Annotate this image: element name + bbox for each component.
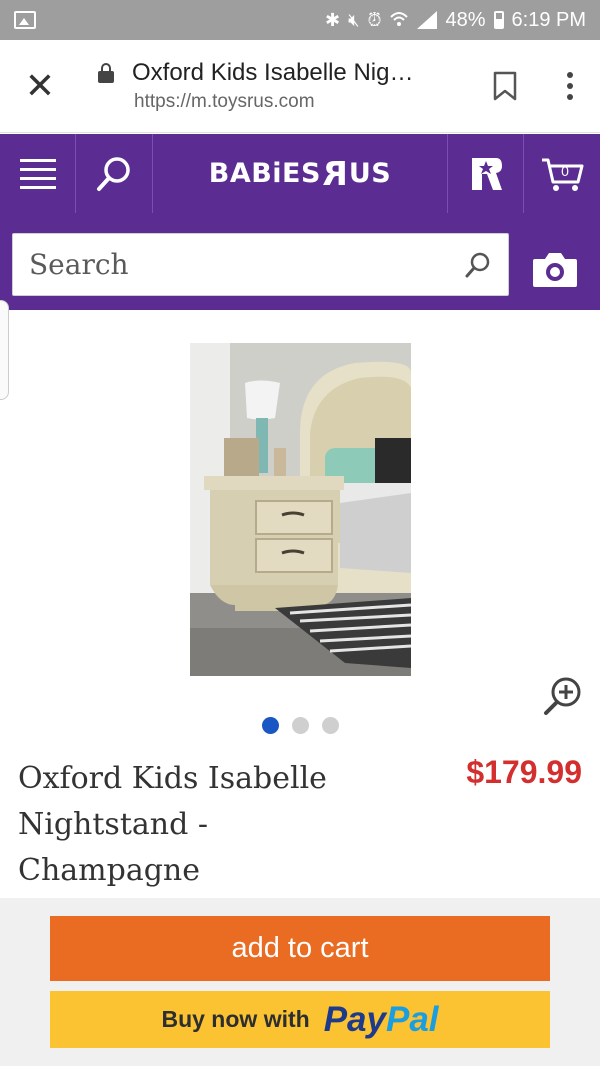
paypal-logo-pay: Pay — [323, 999, 386, 1039]
alarm-icon: ⏰︎ — [367, 9, 382, 30]
status-bar: ✱ 🔇︎ ⏰︎ 48% 6:19 PM — [0, 0, 600, 40]
toysrus-star-icon — [471, 157, 502, 190]
wifi-icon — [390, 12, 409, 26]
toysrus-link[interactable] — [448, 134, 524, 213]
battery-icon — [493, 11, 504, 29]
site-header: BABiES R US 0 — [0, 134, 600, 213]
carousel-dot-3[interactable] — [321, 717, 339, 734]
paypal-logo-pal: Pal — [385, 999, 439, 1039]
lock-icon — [98, 63, 114, 83]
add-to-cart-button[interactable]: add to cart — [50, 916, 550, 981]
more-vert-icon — [567, 72, 573, 78]
bookmark-icon — [493, 71, 517, 101]
bookmark-button[interactable] — [470, 40, 540, 133]
url-bar[interactable]: Oxford Kids Isabelle Nig… https://m.toys… — [80, 59, 470, 113]
logo-text-r: R — [321, 154, 348, 193]
status-icons: ✱ 🔇︎ ⏰︎ 48% 6:19 PM — [325, 9, 586, 32]
buy-actions: add to cart Buy now with PayPal — [0, 898, 600, 1066]
close-tab-button[interactable]: ✕ — [0, 40, 80, 133]
product-title-line: Nightstand - — [18, 807, 208, 842]
logo-text-babies: BABiES — [208, 158, 321, 189]
battery-percent: 48% — [445, 8, 486, 31]
cart-button[interactable]: 0 — [524, 134, 600, 213]
signal-icon — [417, 11, 438, 29]
nightstand-photo — [190, 343, 411, 676]
carousel-dot-1[interactable] — [261, 717, 279, 734]
product-image[interactable] — [190, 343, 411, 676]
search-placeholder: Search — [29, 248, 129, 281]
page-title: Oxford Kids Isabelle Nig… — [132, 59, 414, 86]
browser-toolbar: ✕ Oxford Kids Isabelle Nig… https://m.to… — [0, 40, 600, 133]
more-options-button[interactable] — [540, 40, 600, 133]
side-drawer-handle[interactable] — [0, 300, 9, 400]
zoom-icon[interactable] — [542, 675, 584, 717]
cart-count: 0 — [561, 163, 569, 179]
menu-button[interactable] — [0, 134, 76, 213]
status-time: 6:19 PM — [511, 8, 586, 31]
header-search-button[interactable] — [76, 134, 153, 213]
gallery-icon — [14, 11, 36, 29]
search-icon[interactable] — [464, 251, 492, 279]
mute-icon: 🔇︎ — [348, 9, 360, 30]
babiesrus-logo[interactable]: BABiES R US — [153, 134, 448, 213]
product-title-line: Oxford Kids Isabelle — [18, 761, 327, 796]
carousel-dot-2[interactable] — [291, 717, 309, 734]
cart-icon: 0 — [542, 158, 584, 191]
camera-icon[interactable] — [531, 249, 579, 289]
page-url: https://m.toysrus.com — [134, 91, 315, 112]
product-price: $179.99 — [466, 754, 582, 790]
search-input[interactable]: Search — [12, 233, 509, 296]
logo-text-us: US — [348, 158, 392, 189]
paypal-prefix: Buy now with — [161, 1006, 310, 1032]
bluetooth-icon: ✱ — [325, 9, 341, 30]
close-icon: ✕ — [24, 65, 56, 107]
paypal-button[interactable]: Buy now with PayPal — [50, 991, 550, 1048]
product-title: Oxford Kids Isabelle Nightstand - Champa… — [18, 756, 418, 894]
menu-icon — [19, 158, 56, 162]
search-icon — [97, 156, 130, 191]
search-band: Search — [0, 213, 600, 310]
carousel-dots — [0, 717, 600, 734]
paypal-logo: PayPal — [324, 1000, 439, 1040]
product-title-line: Champagne — [18, 853, 200, 888]
